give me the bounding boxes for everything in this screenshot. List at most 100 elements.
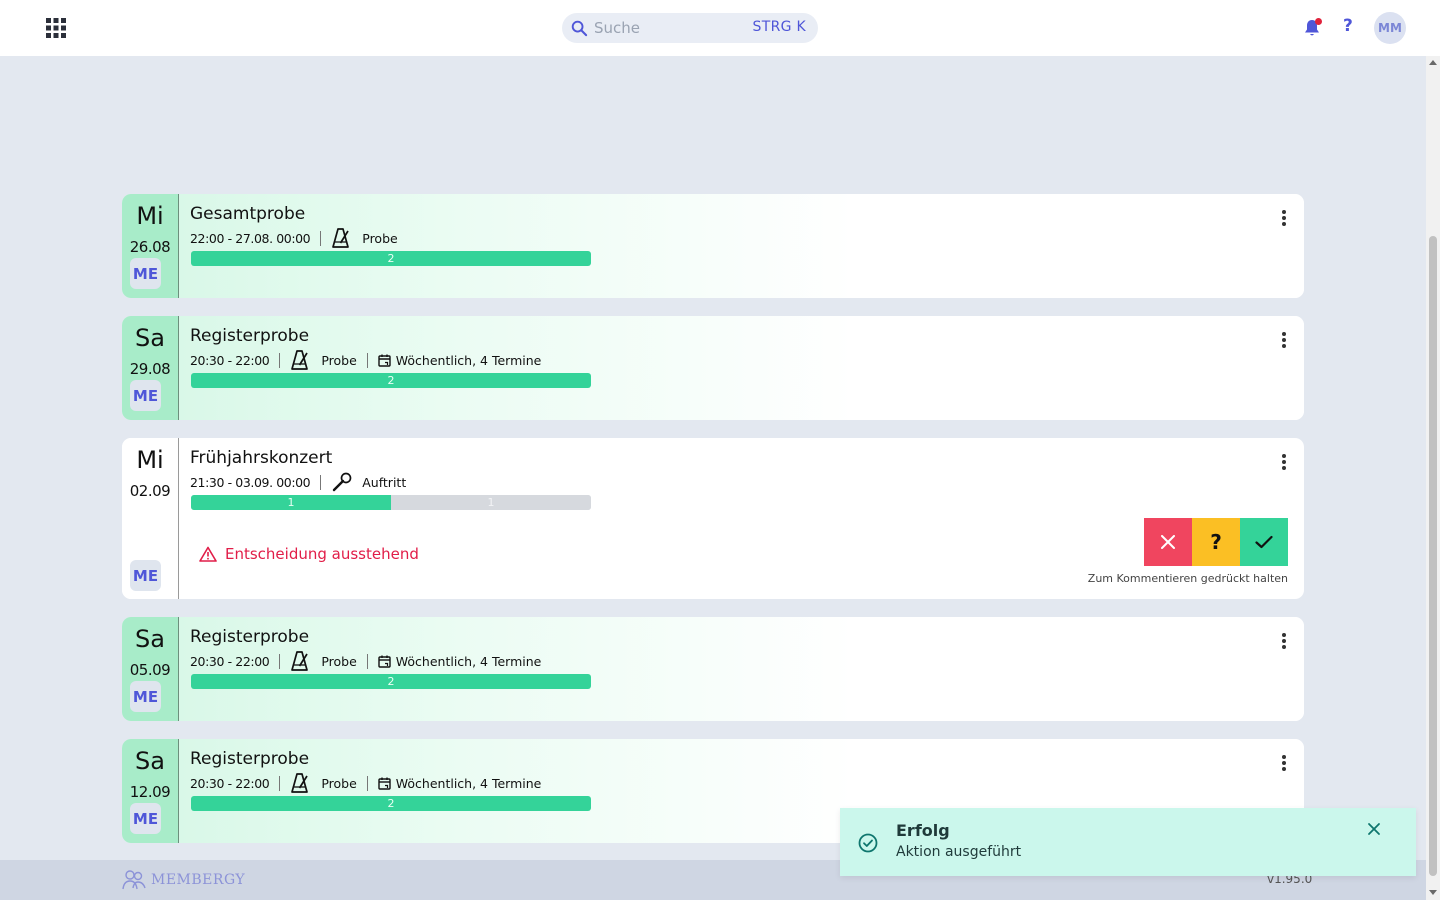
notifications-button[interactable] (1302, 18, 1322, 38)
meta-divider (366, 775, 368, 791)
event-content: Registerprobe 20:30 - 22:00 Probe Wöchentli… (179, 617, 1304, 721)
attendance-bar[interactable]: 11 (191, 495, 591, 510)
warning-icon (199, 546, 217, 562)
event-meta: 22:00 - 27.08. 00:00 Probe (190, 228, 398, 248)
calendar-repeat-icon (378, 354, 391, 367)
event-weekday: Sa (135, 625, 165, 653)
event-weekday: Sa (135, 747, 165, 775)
avatar[interactable]: MM (1374, 12, 1406, 44)
event-date-column: Mi 02.09 ME (122, 438, 179, 599)
group-badge[interactable]: ME (130, 681, 161, 712)
check-icon (1255, 535, 1273, 549)
accepted-segment: 2 (191, 251, 591, 266)
event-content: Registerprobe 20:30 - 22:00 Probe Wöchentli… (179, 316, 1304, 420)
event-date: 05.09 (129, 661, 171, 679)
membergy-logo-icon (122, 870, 146, 890)
scrollbar-thumb[interactable] (1429, 236, 1437, 876)
meta-divider (320, 230, 322, 246)
response-buttons: ? (1144, 518, 1288, 566)
membergy-logo[interactable]: MEMBERGY (121, 869, 245, 891)
event-title: Registerprobe (190, 326, 310, 346)
toast-message: Aktion ausgeführt (896, 844, 1022, 860)
meta-divider (279, 352, 281, 368)
metronome-icon (291, 350, 309, 370)
search-shortcut: STRG K (752, 19, 806, 35)
meta-divider (366, 653, 368, 669)
event-content: Frühjahrskonzert 21:30 - 03.09. 00:00 Auft… (179, 438, 1304, 599)
event-type: Probe (321, 653, 357, 669)
group-badge[interactable]: ME (130, 258, 161, 289)
event-date-column: Sa 05.09 ME (122, 617, 179, 721)
apps-grid-icon[interactable] (46, 18, 66, 38)
event-weekday: Mi (136, 202, 164, 230)
event-content: Gesamtprobe 22:00 - 27.08. 00:00 Probe 2 (179, 194, 1304, 298)
metronome-icon (291, 651, 309, 671)
calendar-repeat-icon (378, 777, 391, 790)
comment-hint: Zum Kommentieren gedrückt halten (1087, 572, 1288, 585)
event-meta: 21:30 - 03.09. 00:00 Auftritt (190, 472, 406, 492)
event-meta: 20:30 - 22:00 Probe Wöchentlich, 4 Termine (190, 651, 542, 671)
metronome-icon (332, 228, 350, 248)
event-meta: 20:30 - 22:00 Probe Wöchentlich, 4 Termine (190, 773, 542, 793)
meta-divider (279, 653, 281, 669)
toast-title: Erfolg (896, 821, 950, 840)
open-segment: 1 (391, 495, 591, 510)
search-placeholder: Suche (594, 19, 641, 37)
decision-pending-warning: Entscheidung ausstehend (199, 545, 419, 563)
warning-text: Entscheidung ausstehend (225, 545, 419, 563)
event-title: Registerprobe (190, 627, 310, 647)
accepted-segment: 2 (191, 796, 591, 811)
top-bar: Suche STRG K ? MM (0, 0, 1440, 56)
event-recurrence: Wöchentlich, 4 Termine (395, 352, 542, 368)
event-title: Frühjahrskonzert (190, 448, 333, 468)
more-options-icon[interactable] (1278, 210, 1290, 226)
notification-dot (1315, 18, 1322, 25)
event-card[interactable]: Mi 26.08 ME Gesamtprobe 22:00 - 27.08. 00:00… (122, 194, 1304, 298)
scroll-up-arrow[interactable] (1429, 60, 1437, 65)
event-date-column: Sa 29.08 ME (122, 316, 179, 420)
scrollbar[interactable] (1426, 56, 1440, 900)
group-badge[interactable]: ME (130, 803, 161, 834)
accepted-segment: 2 (191, 373, 591, 388)
maybe-button[interactable]: ? (1192, 518, 1240, 566)
event-weekday: Mi (136, 446, 164, 474)
accept-button[interactable] (1240, 518, 1288, 566)
event-meta: 20:30 - 22:00 Probe Wöchentlich, 4 Termine (190, 350, 542, 370)
event-time: 20:30 - 22:00 (190, 775, 270, 791)
search-icon (571, 20, 588, 37)
attendance-bar[interactable]: 2 (191, 674, 591, 689)
event-date-column: Sa 12.09 ME (122, 739, 179, 843)
success-toast: Erfolg Aktion ausgeführt (840, 808, 1416, 876)
accepted-segment: 1 (191, 495, 391, 510)
meta-divider (366, 352, 368, 368)
attendance-bar[interactable]: 2 (191, 251, 591, 266)
more-options-icon[interactable] (1278, 332, 1290, 348)
event-type: Probe (321, 352, 357, 368)
group-badge[interactable]: ME (130, 380, 161, 411)
event-date: 12.09 (129, 783, 171, 801)
help-button[interactable]: ? (1343, 16, 1353, 36)
scroll-down-arrow[interactable] (1429, 890, 1437, 895)
more-options-icon[interactable] (1278, 755, 1290, 771)
event-date-column: Mi 26.08 ME (122, 194, 179, 298)
accepted-segment: 2 (191, 674, 591, 689)
event-time: 22:00 - 27.08. 00:00 (190, 230, 311, 246)
search-input[interactable]: Suche STRG K (562, 13, 818, 43)
metronome-icon (291, 773, 309, 793)
attendance-bar[interactable]: 2 (191, 373, 591, 388)
event-card[interactable]: Sa 29.08 ME Registerprobe 20:30 - 22:00 Probe… (122, 316, 1304, 420)
group-badge[interactable]: ME (130, 560, 161, 591)
attendance-bar[interactable]: 2 (191, 796, 591, 811)
check-circle-icon (858, 833, 878, 853)
more-options-icon[interactable] (1278, 633, 1290, 649)
event-recurrence: Wöchentlich, 4 Termine (395, 775, 542, 791)
event-card[interactable]: Sa 05.09 ME Registerprobe 20:30 - 22:00 Probe… (122, 617, 1304, 721)
event-date: 26.08 (129, 238, 171, 256)
close-icon[interactable] (1367, 822, 1381, 836)
event-card[interactable]: Mi 02.09 ME Frühjahrskonzert 21:30 - 03.09. … (122, 438, 1304, 599)
event-recurrence: Wöchentlich, 4 Termine (395, 653, 542, 669)
decline-button[interactable] (1144, 518, 1192, 566)
event-time: 20:30 - 22:00 (190, 352, 270, 368)
event-date: 02.09 (129, 482, 171, 500)
more-options-icon[interactable] (1278, 454, 1290, 470)
